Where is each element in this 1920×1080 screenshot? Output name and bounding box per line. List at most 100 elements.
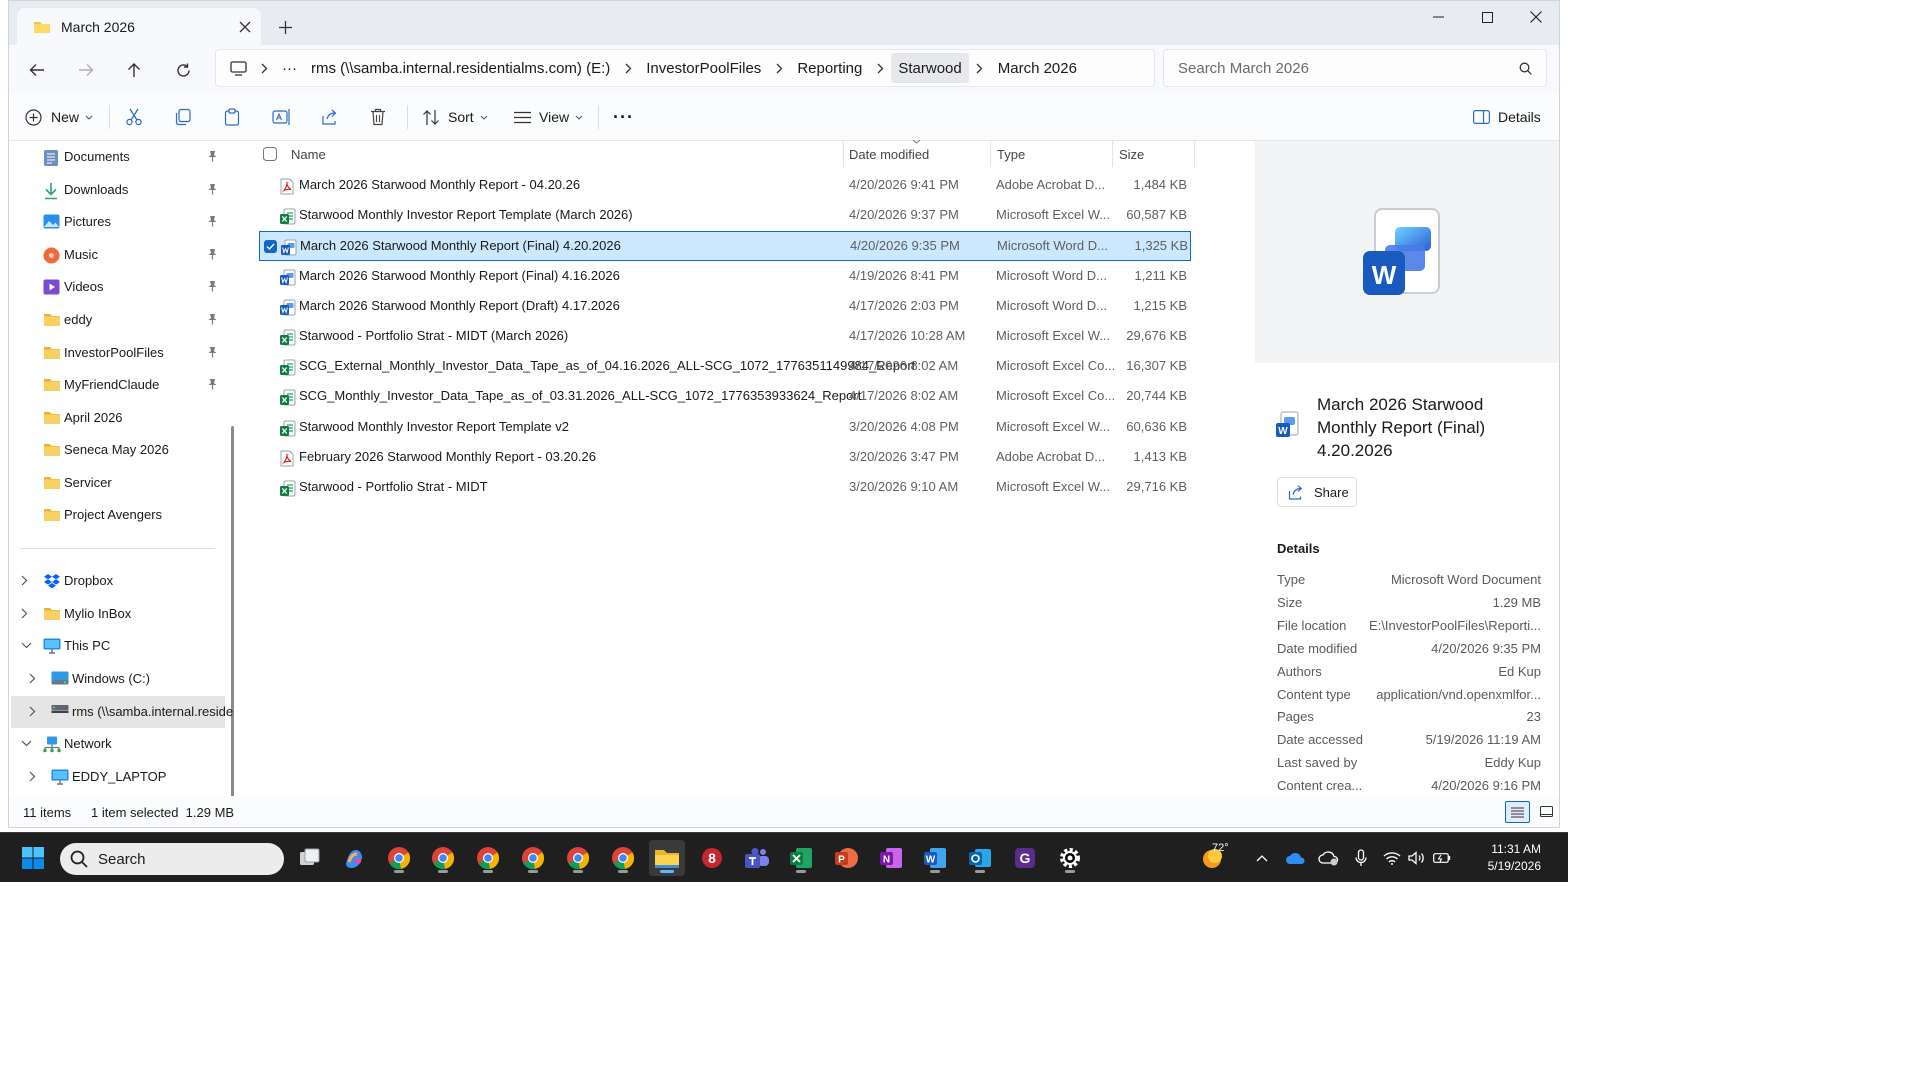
column-header-type[interactable]: Type [997, 141, 1025, 167]
view-button[interactable]: View [514, 101, 583, 133]
chevron-right-icon[interactable] [29, 771, 36, 782]
column-divider[interactable] [1194, 141, 1195, 167]
new-tab-icon[interactable] [271, 13, 299, 41]
onedrive-cloud-icon[interactable] [1283, 833, 1309, 883]
chevron-right-icon[interactable] [21, 608, 28, 619]
pin-icon[interactable] [207, 248, 218, 260]
system-clock[interactable]: 11:31 AM 5/19/2026 [1455, 841, 1541, 875]
taskbar-search-box[interactable]: Search [60, 843, 284, 875]
breadcrumb-starwood[interactable]: Starwood [891, 53, 969, 83]
row-checkbox[interactable] [263, 360, 276, 373]
sidebar-tree-item-windows-c[interactable]: Windows (C:) [9, 663, 225, 695]
sidebar-tree-item-network[interactable]: Network [9, 728, 225, 760]
pin-icon[interactable] [207, 378, 218, 390]
row-checkbox[interactable] [263, 481, 276, 494]
share-button[interactable]: Share [1277, 477, 1357, 507]
sidebar-item-eddy[interactable]: eddy [9, 304, 225, 336]
chrome-icon[interactable] [425, 840, 461, 876]
onenote-icon[interactable]: N [873, 840, 909, 876]
breadcrumb-drive[interactable]: rms (\\samba.internal.residentialms.com)… [304, 53, 617, 83]
chrome-icon[interactable] [470, 840, 506, 876]
column-header-size[interactable]: Size [1119, 141, 1144, 167]
breadcrumb-march-2026[interactable]: March 2026 [991, 53, 1084, 83]
pin-icon[interactable] [207, 215, 218, 227]
sidebar-tree-item-rms-samba-internal-reside[interactable]: rms (\\samba.internal.reside [11, 696, 233, 728]
file-explorer-icon[interactable] [649, 840, 685, 876]
details-view-toggle-icon[interactable] [1505, 801, 1530, 823]
pin-icon[interactable] [207, 346, 218, 358]
sidebar-scrollbar[interactable] [231, 426, 234, 827]
weather-icon[interactable] [1196, 833, 1230, 883]
sidebar-item-servicer[interactable]: Servicer [9, 467, 225, 499]
pin-icon[interactable] [207, 150, 218, 162]
breadcrumb-chevron-icon[interactable] [969, 53, 991, 83]
pin-icon[interactable] [207, 183, 218, 195]
chevron-right-icon[interactable] [29, 706, 36, 717]
details-pane-button[interactable]: Details [1473, 101, 1541, 133]
column-header-date[interactable]: Date modified [849, 141, 929, 167]
cloud-sync-icon[interactable] [1316, 833, 1342, 883]
up-arrow-icon[interactable] [116, 55, 152, 85]
chevron-up-icon[interactable] [1250, 833, 1274, 883]
row-checkbox[interactable] [263, 390, 276, 403]
pin-icon[interactable] [207, 280, 218, 292]
file-row[interactable]: SCG_External_Monthly_Investor_Data_Tape_… [259, 352, 1191, 382]
file-row[interactable]: March 2026 Starwood Monthly Report (Fina… [259, 231, 1191, 262]
microphone-icon[interactable] [1349, 833, 1373, 883]
select-all-checkbox[interactable] [263, 141, 277, 167]
row-checkbox[interactable] [263, 330, 276, 343]
column-divider[interactable] [990, 141, 991, 167]
chrome-icon[interactable] [560, 840, 596, 876]
sidebar-item-myfriendclaude[interactable]: MyFriendClaude [9, 369, 225, 401]
cut-button[interactable] [125, 101, 143, 133]
search-input[interactable]: Search March 2026 [1178, 60, 1519, 77]
refresh-icon[interactable] [165, 55, 201, 85]
app-purple-g-icon[interactable]: G [1007, 840, 1043, 876]
paste-button[interactable] [223, 101, 241, 133]
sidebar-item-music[interactable]: Music [9, 239, 225, 271]
chrome-icon[interactable] [381, 840, 417, 876]
tiles-view-toggle-icon[interactable] [1535, 801, 1557, 823]
powerpoint-icon[interactable]: P [828, 840, 864, 876]
row-checkbox[interactable] [263, 270, 276, 283]
file-row[interactable]: February 2026 Starwood Monthly Report - … [259, 443, 1191, 473]
pin-icon[interactable] [207, 313, 218, 325]
sidebar-tree-item-this-pc[interactable]: This PC [9, 630, 225, 662]
column-header-name[interactable]: Name [291, 141, 326, 167]
outlook-icon[interactable] [962, 840, 998, 876]
sidebar-tree-item-mylio-inbox[interactable]: Mylio InBox [9, 598, 225, 630]
column-divider[interactable] [843, 141, 844, 167]
search-icon[interactable] [1519, 62, 1546, 75]
more-options-button[interactable]: ··· [613, 101, 634, 133]
breadcrumb-reporting[interactable]: Reporting [790, 53, 869, 83]
word-icon[interactable]: W [917, 840, 953, 876]
sidebar-item-pictures[interactable]: Pictures [9, 206, 225, 238]
maximize-icon[interactable] [1464, 1, 1510, 33]
rename-button[interactable] [272, 101, 291, 133]
settings-gear-icon[interactable] [1052, 840, 1088, 876]
delete-button[interactable] [370, 101, 386, 133]
sidebar-item-videos[interactable]: Videos [9, 271, 225, 303]
file-row[interactable]: Starwood Monthly Investor Report Templat… [259, 413, 1191, 443]
breadcrumb-chevron-icon[interactable] [869, 53, 891, 83]
teams-icon[interactable] [739, 840, 775, 876]
search-box[interactable]: Search March 2026 [1163, 49, 1547, 87]
battery-icon[interactable] [1430, 833, 1454, 883]
copilot-icon[interactable] [336, 840, 372, 876]
share-toolbar-button[interactable] [321, 101, 339, 133]
file-row[interactable]: March 2026 Starwood Monthly Report (Fina… [259, 262, 1191, 292]
sort-button[interactable]: Sort [422, 101, 488, 133]
row-checkbox[interactable] [263, 421, 276, 434]
tab-march-2026[interactable]: March 2026 [17, 8, 261, 45]
wifi-icon[interactable] [1380, 833, 1404, 883]
minimize-icon[interactable] [1415, 1, 1461, 33]
start-windows-icon[interactable] [15, 840, 51, 876]
chrome-icon[interactable] [605, 840, 641, 876]
breadcrumb-chevron-icon[interactable] [253, 53, 275, 83]
file-row[interactable]: SCG_Monthly_Investor_Data_Tape_as_of_03.… [259, 382, 1191, 412]
chrome-icon[interactable] [515, 840, 551, 876]
breadcrumb-chevron-icon[interactable] [768, 53, 790, 83]
file-row[interactable]: Starwood - Portfolio Strat - MIDT 3/20/2… [259, 473, 1191, 503]
sidebar-tree-item-eddy-laptop[interactable]: EDDY_LAPTOP [9, 761, 225, 793]
address-bar[interactable]: ··· rms (\\samba.internal.residentialms.… [215, 49, 1155, 87]
